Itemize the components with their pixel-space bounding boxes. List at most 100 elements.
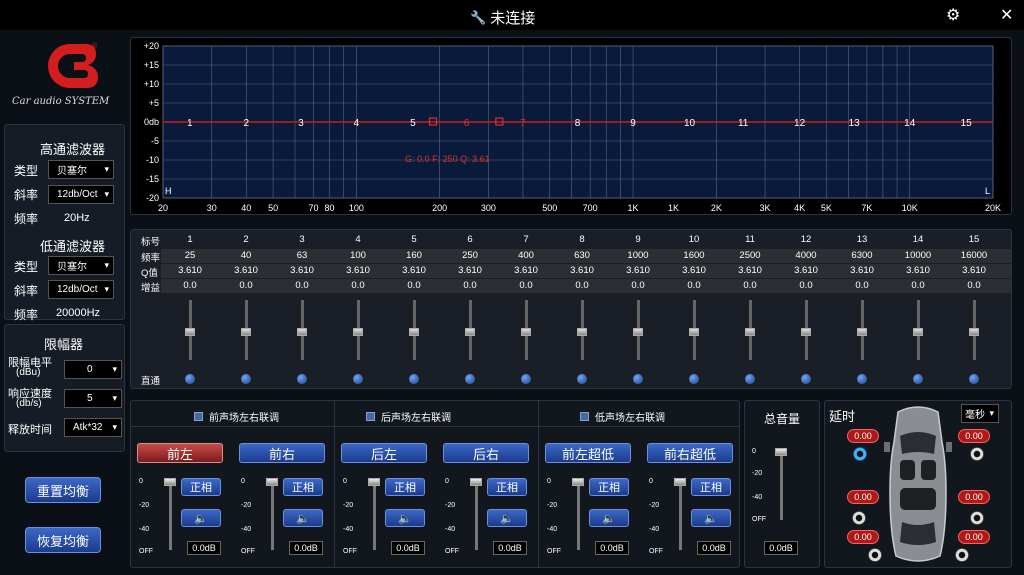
band-bypass-toggle[interactable]: [857, 374, 867, 384]
band-gain[interactable]: 0.0: [835, 280, 889, 291]
band-gain-slider-knob[interactable]: [521, 328, 531, 336]
band-gain-slider-knob[interactable]: [409, 328, 419, 336]
band-freq[interactable]: 1600: [667, 250, 721, 261]
band-q[interactable]: 3.610: [891, 265, 945, 276]
speaker-position-icon[interactable]: [868, 548, 882, 562]
band-freq[interactable]: 630: [555, 250, 609, 261]
channel-gain-slider[interactable]: [373, 480, 376, 550]
band-freq[interactable]: 1000: [611, 250, 665, 261]
band-bypass-toggle[interactable]: [801, 374, 811, 384]
phase-button[interactable]: 正相: [385, 478, 425, 496]
mute-button[interactable]: 🔈: [487, 509, 527, 527]
band-gain-slider-knob[interactable]: [745, 328, 755, 336]
band-freq[interactable]: 2500: [723, 250, 777, 261]
band-bypass-toggle[interactable]: [913, 374, 923, 384]
band-gain-slider-knob[interactable]: [185, 328, 195, 336]
phase-button[interactable]: 正相: [691, 478, 731, 496]
rear-link-checkbox[interactable]: 后声场左右联调: [366, 409, 451, 424]
band-q[interactable]: 3.610: [611, 265, 665, 276]
band-gain[interactable]: 0.0: [219, 280, 273, 291]
reset-eq-button[interactable]: 重置均衡: [25, 477, 101, 503]
band-gain[interactable]: 0.0: [387, 280, 441, 291]
band-gain[interactable]: 0.0: [163, 280, 217, 291]
channel-select-button[interactable]: 前右超低: [647, 443, 733, 463]
band-gain[interactable]: 0.0: [499, 280, 553, 291]
band-gain[interactable]: 0.0: [331, 280, 385, 291]
gear-icon[interactable]: ⚙: [946, 5, 960, 25]
band-q[interactable]: 3.610: [779, 265, 833, 276]
band-gain[interactable]: 0.0: [891, 280, 945, 291]
speaker-position-icon[interactable]: [970, 511, 984, 525]
band-gain-slider-knob[interactable]: [969, 328, 979, 336]
band-q[interactable]: 3.610: [947, 265, 1001, 276]
master-volume-slider[interactable]: [780, 450, 783, 520]
sub-link-checkbox[interactable]: 低声场左右联调: [580, 409, 665, 424]
delay-value-field[interactable]: 0.00: [958, 490, 990, 504]
band-q[interactable]: 3.610: [331, 265, 385, 276]
mute-button[interactable]: 🔈: [181, 509, 221, 527]
channel-gain-slider-knob[interactable]: [674, 478, 686, 486]
band-gain-slider-knob[interactable]: [297, 328, 307, 336]
channel-gain-slider[interactable]: [475, 480, 478, 550]
band-bypass-toggle[interactable]: [297, 374, 307, 384]
channel-gain-slider-knob[interactable]: [368, 478, 380, 486]
channel-select-button[interactable]: 后左: [341, 443, 427, 463]
channel-gain-slider-knob[interactable]: [164, 478, 176, 486]
band-gain[interactable]: 0.0: [779, 280, 833, 291]
speaker-position-icon[interactable]: [970, 447, 984, 461]
band-q[interactable]: 3.610: [667, 265, 721, 276]
band-bypass-toggle[interactable]: [969, 374, 979, 384]
speaker-position-icon[interactable]: [955, 548, 969, 562]
band-freq[interactable]: 4000: [779, 250, 833, 261]
band-q[interactable]: 3.610: [723, 265, 777, 276]
speaker-position-icon[interactable]: [852, 511, 866, 525]
close-icon[interactable]: ✕: [1000, 5, 1013, 25]
band-gain[interactable]: 0.0: [723, 280, 777, 291]
band-bypass-toggle[interactable]: [689, 374, 699, 384]
band-q[interactable]: 3.610: [163, 265, 217, 276]
band-gain-slider-knob[interactable]: [577, 328, 587, 336]
delay-unit-select[interactable]: 毫秒: [961, 404, 999, 423]
band-gain[interactable]: 0.0: [667, 280, 721, 291]
band-freq[interactable]: 25: [163, 250, 217, 261]
band-q[interactable]: 3.610: [219, 265, 273, 276]
highpass-freq-value[interactable]: 20Hz: [64, 212, 90, 224]
channel-select-button[interactable]: 前左超低: [545, 443, 631, 463]
delay-value-field[interactable]: 0.00: [847, 530, 879, 544]
band-gain-slider-knob[interactable]: [353, 328, 363, 336]
band-gain-slider-knob[interactable]: [913, 328, 923, 336]
eq-graph[interactable]: +20 +15 +10 +5 0db -5 -10 -15 -20 20 30 40 50 70 80 100…: [130, 37, 1012, 215]
master-volume-slider-knob[interactable]: [775, 448, 787, 456]
band-bypass-toggle[interactable]: [521, 374, 531, 384]
band-q[interactable]: 3.610: [275, 265, 329, 276]
channel-select-button[interactable]: 后右: [443, 443, 529, 463]
channel-gain-slider-knob[interactable]: [266, 478, 278, 486]
band-gain-slider-knob[interactable]: [465, 328, 475, 336]
band-gain-slider-knob[interactable]: [801, 328, 811, 336]
band-gain[interactable]: 0.0: [555, 280, 609, 291]
phase-button[interactable]: 正相: [283, 478, 323, 496]
band-gain[interactable]: 0.0: [611, 280, 665, 291]
mute-button[interactable]: 🔈: [385, 509, 425, 527]
channel-select-button[interactable]: 前左: [137, 443, 223, 463]
band-freq[interactable]: 16000: [947, 250, 1001, 261]
channel-gain-slider[interactable]: [271, 480, 274, 550]
band-freq[interactable]: 40: [219, 250, 273, 261]
highpass-type-select[interactable]: 贝塞尔: [48, 160, 114, 179]
mute-button[interactable]: 🔈: [691, 509, 731, 527]
band-gain[interactable]: 0.0: [947, 280, 1001, 291]
phase-button[interactable]: 正相: [589, 478, 629, 496]
band-bypass-toggle[interactable]: [465, 374, 475, 384]
front-link-checkbox[interactable]: 前声场左右联调: [194, 409, 279, 424]
lowpass-type-select[interactable]: 贝塞尔: [48, 256, 114, 275]
delay-value-field[interactable]: 0.00: [847, 429, 879, 443]
highpass-slope-select[interactable]: 12db/Oct: [48, 185, 114, 204]
band-freq[interactable]: 400: [499, 250, 553, 261]
band-freq[interactable]: 6300: [835, 250, 889, 261]
mute-button[interactable]: 🔈: [283, 509, 323, 527]
delay-value-field[interactable]: 0.00: [958, 429, 990, 443]
channel-gain-slider[interactable]: [169, 480, 172, 550]
channel-gain-slider[interactable]: [577, 480, 580, 550]
band-q[interactable]: 3.610: [835, 265, 889, 276]
band-bypass-toggle[interactable]: [633, 374, 643, 384]
